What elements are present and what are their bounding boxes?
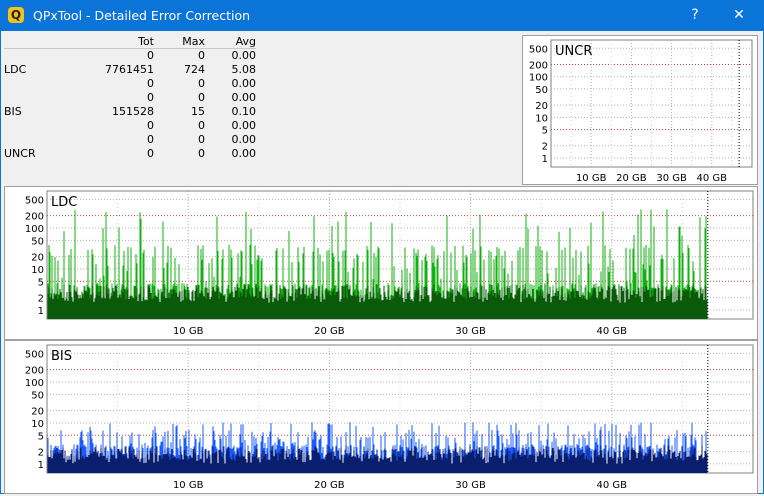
bis-chart: 500 20010050 20105 21 10 GB 20 GB 30 GB 40 GB BI… <box>25 344 754 491</box>
stats-row-max: 0 <box>198 147 205 160</box>
y-tick-label: 50 <box>31 236 44 247</box>
stats-row-avg: 5.08 <box>231 63 257 76</box>
stats-row-tot: 0 <box>147 91 154 104</box>
y-tick-label: 50 <box>535 85 548 96</box>
y-tick-label: 100 <box>25 378 44 389</box>
header-tot: Tot <box>138 35 154 48</box>
y-tick-label: 10 <box>535 113 548 124</box>
y-tick-label: 10 <box>31 419 44 430</box>
y-tick-label: 2 <box>542 142 548 153</box>
stats-row: 0 0 0.00 <box>4 119 256 133</box>
stats-row-avg: 0.00 <box>231 147 257 160</box>
stats-row-avg: 0.00 <box>231 133 257 146</box>
x-tick-label: 20 GB <box>314 326 345 337</box>
header-avg: Avg <box>235 35 256 48</box>
stats-row: UNCR 0 0 0.00 <box>4 147 256 161</box>
x-tick-label: 20 GB <box>616 173 647 184</box>
x-tick-label: 10 GB <box>173 480 204 491</box>
stats-row-max: 15 <box>191 105 205 118</box>
stats-row-avg: 0.00 <box>231 49 257 62</box>
stats-row-label: BIS <box>4 105 22 118</box>
y-tick-label: 100 <box>25 224 44 235</box>
x-tick-label: 40 GB <box>597 326 628 337</box>
stats-row-label: LDC <box>4 63 27 76</box>
stats-row-avg: 0.00 <box>231 91 257 104</box>
stats-row-tot: 7761451 <box>105 63 154 76</box>
stats-row-tot: 0 <box>147 49 154 62</box>
stats-row: 0 0 0.00 <box>4 77 256 91</box>
x-tick-label: 10 GB <box>173 326 204 337</box>
y-tick-label: 2 <box>38 294 44 305</box>
x-tick-label: 40 GB <box>597 480 628 491</box>
x-tick-label: 30 GB <box>455 480 486 491</box>
stats-row-max: 724 <box>184 63 205 76</box>
ldc-panel: 500 200 100 50 20 10 5 2 1 10 GB 20 GB 30 GB 40 GB LD… <box>4 186 758 340</box>
y-tick-label: 20 <box>535 101 548 112</box>
uncr-chart: 500 200 10050 2010 5 21 10 GB 20 GB 30 GB 40 GB UN… <box>529 39 753 184</box>
stats-row: 0 0 0.00 <box>4 49 256 63</box>
stats-row-tot: 0 <box>147 119 154 132</box>
y-tick-label: 5 <box>38 431 44 442</box>
stats-row-avg: 0.00 <box>231 77 257 90</box>
y-tick-label: 5 <box>38 277 44 288</box>
y-tick-label: 1 <box>542 154 548 165</box>
uncr-panel: 500 200 100 50 20 10 5 2 1 10 GB 20 GB 30 GB 40 GB UN… <box>522 35 758 185</box>
y-tick-label: 1 <box>38 460 44 471</box>
y-tick-label: 5 <box>542 126 548 137</box>
y-tick-label: 100 <box>529 73 548 84</box>
y-tick-label: 2 <box>38 448 44 459</box>
y-tick-label: 1 <box>38 306 44 317</box>
plot-area <box>550 39 753 168</box>
stats-row-tot: 0 <box>147 133 154 146</box>
y-tick-label: 200 <box>25 212 44 223</box>
stats-row-tot: 151528 <box>112 105 154 118</box>
stats-row-max: 0 <box>198 49 205 62</box>
stats-row-max: 0 <box>198 91 205 104</box>
y-tick-label: 500 <box>25 349 44 360</box>
header-max: Max <box>182 35 205 48</box>
y-tick-label: 10 <box>31 265 44 276</box>
stats-row-avg: 0.10 <box>231 105 257 118</box>
y-tick-label: 200 <box>529 60 548 71</box>
y-tick-label: 20 <box>31 253 44 264</box>
stats-table: Tot Max Avg 0 0 0.00 LDC 7761451 724 5.08 0 0 0.0… <box>4 35 256 199</box>
stats-row: BIS 151528 15 0.10 <box>4 105 256 119</box>
y-tick-label: 200 <box>25 366 44 377</box>
stats-row: LDC 7761451 724 5.08 <box>4 63 256 77</box>
window-title: QPxTool - Detailed Error Correction <box>33 8 251 23</box>
title-bar[interactable]: Q QPxTool - Detailed Error Correction ? … <box>0 0 764 31</box>
app-icon: Q <box>8 7 24 23</box>
help-button[interactable]: ? <box>679 4 711 26</box>
y-tick-label: 20 <box>31 407 44 418</box>
x-tick-label: 30 GB <box>656 173 687 184</box>
stats-row-max: 0 <box>198 119 205 132</box>
chart-title: BIS <box>51 349 72 364</box>
bis-panel: 500 200 100 50 20 10 5 2 1 10 GB 20 GB 30 GB 40 GB BI… <box>4 340 758 494</box>
stats-header-row: Tot Max Avg <box>4 35 256 49</box>
y-tick-label: 50 <box>31 390 44 401</box>
stats-row: 0 0 0.00 <box>4 91 256 105</box>
chart-title: UNCR <box>555 44 592 59</box>
stats-row-tot: 0 <box>147 77 154 90</box>
stats-row: 0 0 0.00 <box>4 133 256 147</box>
stats-row-label: UNCR <box>4 147 36 160</box>
chart-title: LDC <box>51 195 77 210</box>
y-tick-label: 500 <box>25 195 44 206</box>
y-tick-label: 500 <box>529 44 548 55</box>
x-tick-label: 40 GB <box>697 173 728 184</box>
stats-row-tot: 0 <box>147 147 154 160</box>
x-tick-label: 10 GB <box>576 173 607 184</box>
stats-row-max: 0 <box>198 77 205 90</box>
stats-row-max: 0 <box>198 133 205 146</box>
close-button[interactable]: ✕ <box>723 4 755 26</box>
stats-row-avg: 0.00 <box>231 119 257 132</box>
ldc-chart: 500 20010050 20105 21 10 GB 20 GB 30 GB 40 GB LD… <box>25 190 754 337</box>
x-tick-label: 30 GB <box>455 326 486 337</box>
x-tick-label: 20 GB <box>314 480 345 491</box>
